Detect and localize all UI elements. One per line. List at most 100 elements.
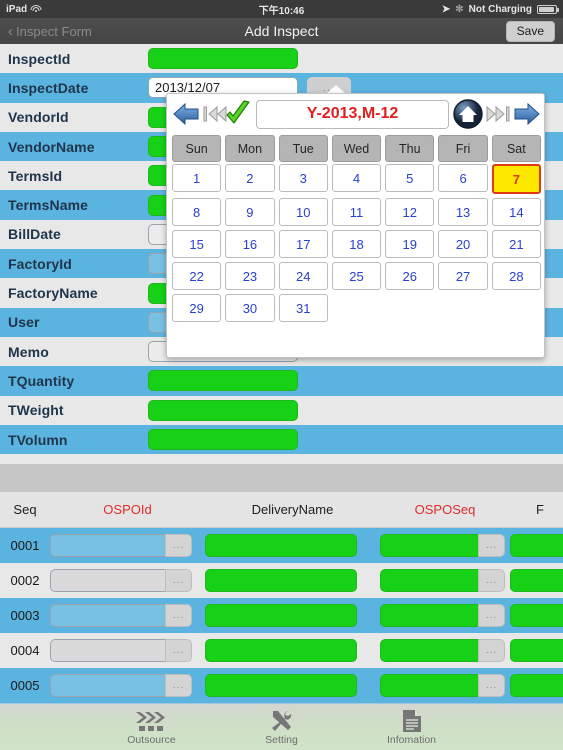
calendar-day-24[interactable]: 24 xyxy=(278,262,328,290)
osposeq-lookup[interactable]: ... xyxy=(380,569,505,592)
osposeq-lookup[interactable]: ... xyxy=(380,534,505,557)
tab-outsource[interactable]: Outsource xyxy=(113,709,191,746)
calendar-day-22[interactable]: 22 xyxy=(172,262,222,290)
ospoid-lookup[interactable]: ... xyxy=(50,569,192,592)
ospoid-input[interactable] xyxy=(50,674,165,697)
form-input-inspectid[interactable] xyxy=(148,48,298,70)
skip-forward-icon[interactable] xyxy=(485,102,511,126)
home-icon[interactable] xyxy=(452,98,484,130)
osposeq-input[interactable] xyxy=(380,534,478,557)
osposeq-input[interactable] xyxy=(380,604,478,627)
form-label-tweight: TWeight xyxy=(8,402,64,419)
table-row[interactable]: 0001...... xyxy=(0,528,563,563)
osposeq-lookup[interactable]: ... xyxy=(380,639,505,662)
calendar-day-14[interactable]: 14 xyxy=(491,198,541,226)
calendar-day-3[interactable]: 3 xyxy=(278,164,328,192)
calendar-day-8[interactable]: 8 xyxy=(172,198,222,226)
table-header-ospoid: OSPOId xyxy=(103,502,152,517)
calendar-day-21[interactable]: 21 xyxy=(491,230,541,258)
trailing-input[interactable] xyxy=(510,569,563,592)
table-row[interactable]: 0002...... xyxy=(0,563,563,598)
deliveryname-input[interactable] xyxy=(205,534,357,557)
trailing-input[interactable] xyxy=(510,674,563,697)
osposeq-lookup-button[interactable]: ... xyxy=(478,639,505,662)
osposeq-lookup-button[interactable]: ... xyxy=(478,674,505,697)
calendar-day-17[interactable]: 17 xyxy=(278,230,328,258)
osposeq-lookup[interactable]: ... xyxy=(380,604,505,627)
calendar-day-10[interactable]: 10 xyxy=(278,198,328,226)
table-cell-deliveryname xyxy=(205,639,380,662)
calendar-day-11[interactable]: 11 xyxy=(331,198,382,226)
calendar-day-7[interactable]: 7 xyxy=(491,164,541,194)
ospoid-lookup-button[interactable]: ... xyxy=(165,534,192,557)
arrow-right-icon[interactable] xyxy=(512,101,542,127)
trailing-input[interactable] xyxy=(510,534,563,557)
calendar-day-23[interactable]: 23 xyxy=(225,262,275,290)
trailing-input[interactable] xyxy=(510,604,563,627)
calendar-day-29[interactable]: 29 xyxy=(172,294,222,322)
table-cell-deliveryname xyxy=(205,534,380,557)
calendar-day-12[interactable]: 12 xyxy=(385,198,435,226)
osposeq-lookup-button[interactable]: ... xyxy=(478,534,505,557)
save-button[interactable]: Save xyxy=(505,20,555,42)
ospoid-input[interactable] xyxy=(50,569,165,592)
table-row[interactable]: 0005...... xyxy=(0,668,563,703)
calendar-month-label[interactable]: Y-2013,M-12 xyxy=(256,99,449,129)
calendar-day-13[interactable]: 13 xyxy=(438,198,488,226)
tab-setting[interactable]: Setting xyxy=(243,709,321,746)
ospoid-lookup-button[interactable]: ... xyxy=(165,569,192,592)
calendar-weekday-wed: Wed xyxy=(331,135,382,162)
trailing-input[interactable] xyxy=(510,639,563,662)
calendar-day-31[interactable]: 31 xyxy=(278,294,328,322)
status-bar-right: ➤ ✼ Not Charging xyxy=(442,4,559,15)
table-row[interactable]: 0003...... xyxy=(0,598,563,633)
osposeq-input[interactable] xyxy=(380,639,478,662)
ospoid-lookup[interactable]: ... xyxy=(50,604,192,627)
osposeq-input[interactable] xyxy=(380,569,478,592)
ospoid-input[interactable] xyxy=(50,604,165,627)
tab-infomation[interactable]: Infomation xyxy=(373,709,451,746)
calendar-day-1[interactable]: 1 xyxy=(172,164,222,192)
document-icon xyxy=(401,709,423,733)
deliveryname-input[interactable] xyxy=(205,604,357,627)
osposeq-lookup-button[interactable]: ... xyxy=(478,569,505,592)
calendar-day-16[interactable]: 16 xyxy=(225,230,275,258)
arrow-left-icon[interactable] xyxy=(171,101,201,127)
ospoid-lookup[interactable]: ... xyxy=(50,674,192,697)
calendar-day-2[interactable]: 2 xyxy=(225,164,275,192)
deliveryname-input[interactable] xyxy=(205,674,357,697)
calendar-day-6[interactable]: 6 xyxy=(438,164,488,192)
form-input-tquantity[interactable] xyxy=(148,370,298,392)
form-label-termsname: TermsName xyxy=(8,197,89,214)
deliveryname-input[interactable] xyxy=(205,569,357,592)
check-icon[interactable] xyxy=(226,99,253,129)
calendar-day-15[interactable]: 15 xyxy=(172,230,222,258)
osposeq-lookup-button[interactable]: ... xyxy=(478,604,505,627)
deliveryname-input[interactable] xyxy=(205,639,357,662)
calendar-day-20[interactable]: 20 xyxy=(438,230,488,258)
calendar-day-26[interactable]: 26 xyxy=(385,262,435,290)
calendar-day-25[interactable]: 25 xyxy=(331,262,382,290)
form-input-tweight[interactable] xyxy=(148,399,298,421)
ospoid-input[interactable] xyxy=(50,534,165,557)
calendar-day-28[interactable]: 28 xyxy=(491,262,541,290)
calendar-day-19[interactable]: 19 xyxy=(385,230,435,258)
ospoid-lookup[interactable]: ... xyxy=(50,534,192,557)
calendar-day-5[interactable]: 5 xyxy=(385,164,435,192)
calendar-weekday-mon: Mon xyxy=(225,135,275,162)
calendar-day-18[interactable]: 18 xyxy=(331,230,382,258)
table-row[interactable]: 0004...... xyxy=(0,633,563,668)
ospoid-lookup-button[interactable]: ... xyxy=(165,604,192,627)
table-cell-deliveryname xyxy=(205,674,380,697)
form-input-tvolumn[interactable] xyxy=(148,429,298,450)
osposeq-input[interactable] xyxy=(380,674,478,697)
ospoid-lookup-button[interactable]: ... xyxy=(165,639,192,662)
calendar-day-9[interactable]: 9 xyxy=(225,198,275,226)
calendar-day-27[interactable]: 27 xyxy=(438,262,488,290)
calendar-day-30[interactable]: 30 xyxy=(225,294,275,322)
ospoid-lookup[interactable]: ... xyxy=(50,639,192,662)
ospoid-input[interactable] xyxy=(50,639,165,662)
osposeq-lookup[interactable]: ... xyxy=(380,674,505,697)
calendar-day-4[interactable]: 4 xyxy=(331,164,382,192)
ospoid-lookup-button[interactable]: ... xyxy=(165,674,192,697)
